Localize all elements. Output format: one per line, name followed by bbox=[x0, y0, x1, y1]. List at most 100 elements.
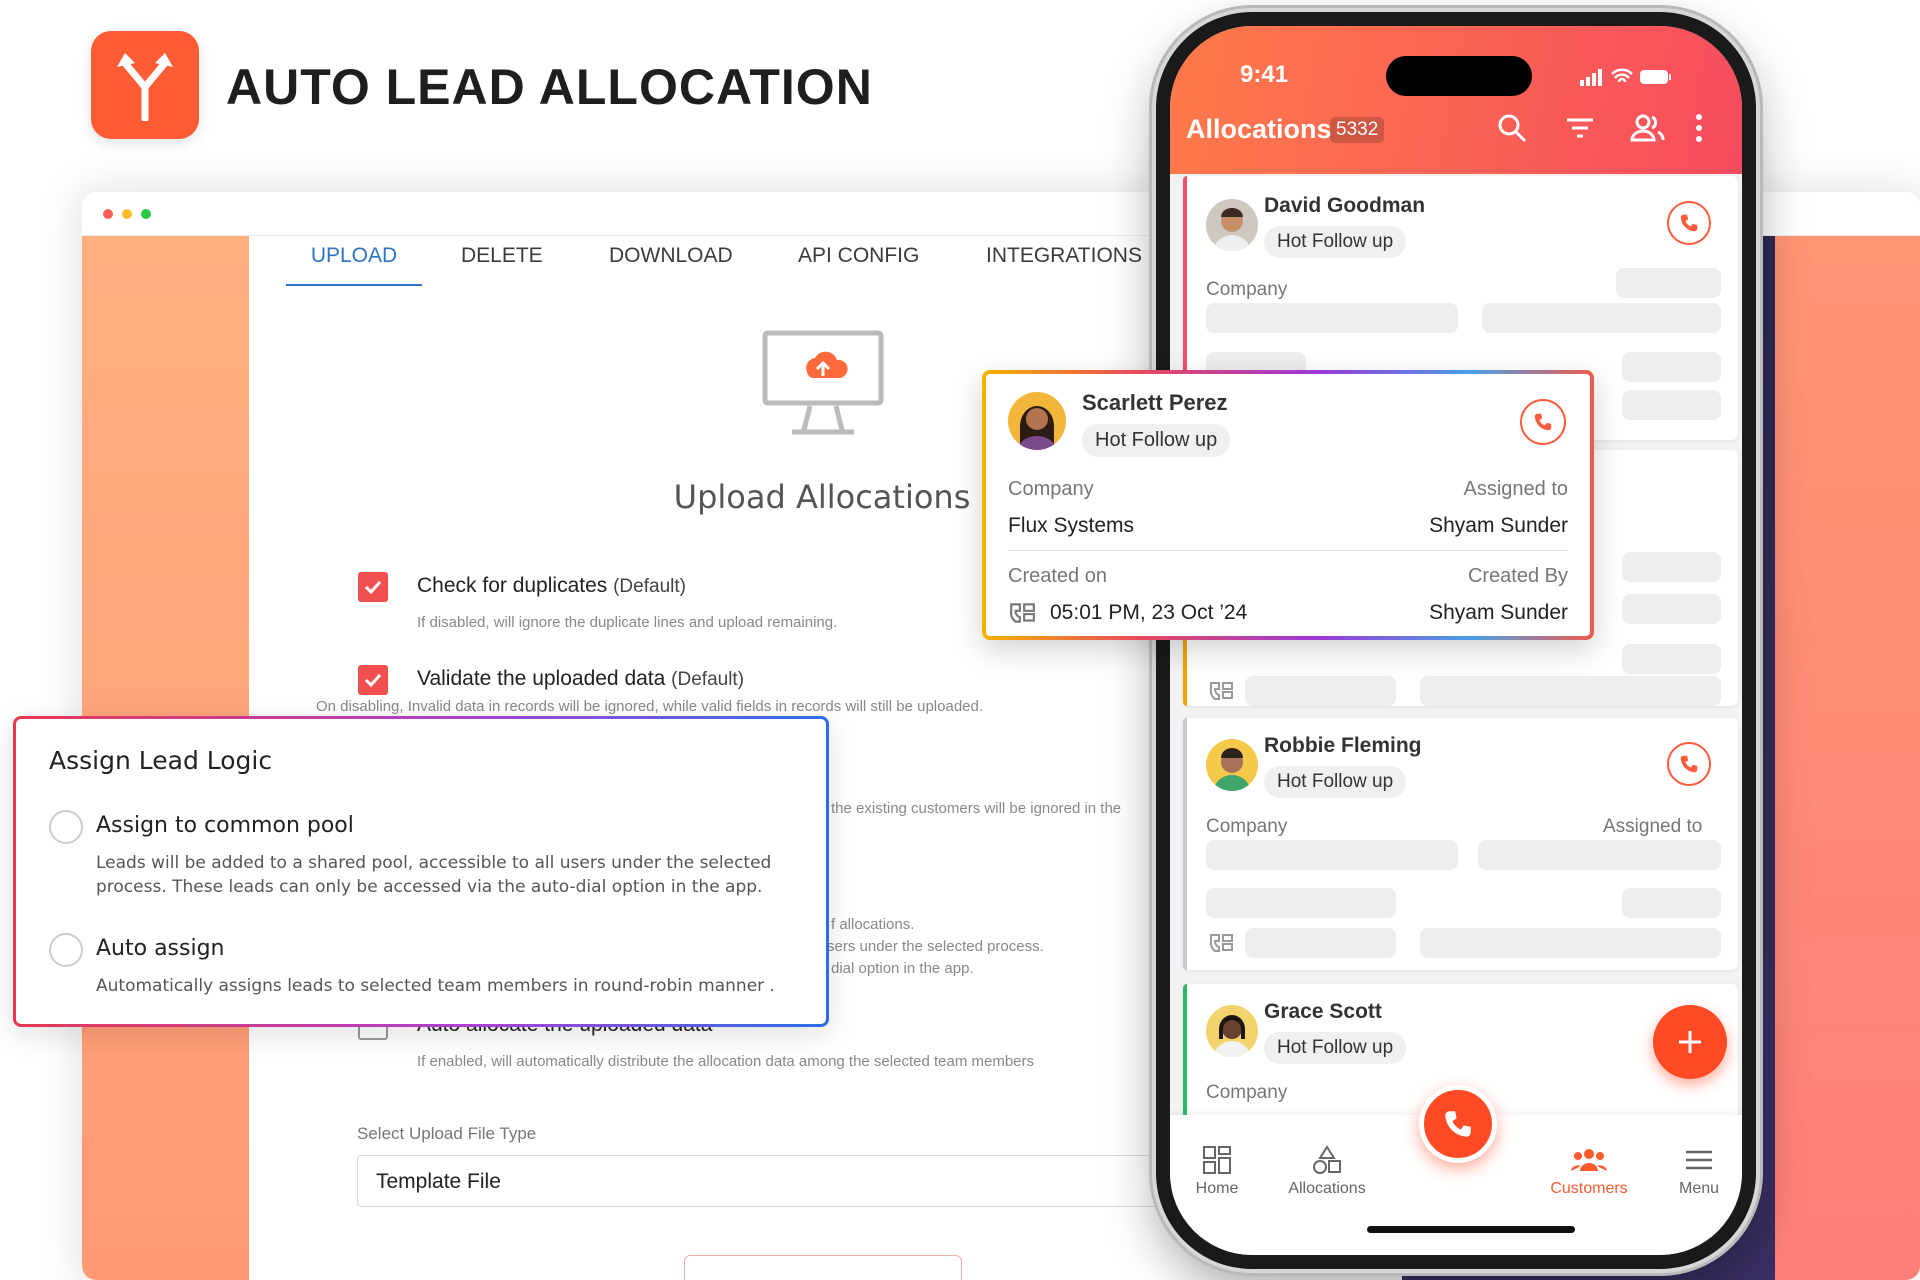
tab-upload[interactable]: UPLOAD bbox=[286, 236, 422, 286]
call-button[interactable] bbox=[1667, 742, 1711, 786]
close-dot[interactable] bbox=[103, 208, 113, 219]
call-log-icon bbox=[1209, 934, 1233, 952]
more-icon[interactable] bbox=[1694, 112, 1704, 144]
skeleton bbox=[1420, 676, 1721, 706]
lead-detail-card[interactable]: Scarlett Perez Hot Follow up Company Ass… bbox=[982, 370, 1594, 640]
skeleton bbox=[1420, 928, 1721, 958]
validate-checkbox[interactable] bbox=[358, 665, 388, 695]
filter-icon[interactable] bbox=[1564, 112, 1596, 144]
phone-icon bbox=[1534, 413, 1552, 431]
hidden-hint-4: dial option in the app. bbox=[831, 960, 974, 977]
dynamic-island bbox=[1386, 56, 1532, 96]
detail-company: Flux Systems bbox=[1008, 514, 1135, 537]
split-arrows-icon bbox=[117, 53, 173, 121]
download-template-button[interactable] bbox=[684, 1255, 962, 1280]
common-pool-radio[interactable] bbox=[49, 810, 83, 844]
detail-name: Scarlett Perez bbox=[1082, 390, 1228, 415]
status-icons bbox=[1580, 68, 1671, 86]
plus-icon bbox=[1679, 1031, 1701, 1053]
minimize-dot[interactable] bbox=[122, 208, 132, 219]
status-tag: Hot Follow up bbox=[1264, 226, 1407, 258]
lead-card[interactable]: Robbie Fleming Hot Follow up Company Ass… bbox=[1183, 718, 1738, 970]
skeleton bbox=[1622, 888, 1721, 918]
skeleton bbox=[1245, 928, 1396, 958]
skeleton bbox=[1622, 352, 1721, 382]
skeleton bbox=[1478, 840, 1721, 870]
avatar bbox=[1008, 392, 1066, 450]
phone-header bbox=[1170, 26, 1742, 174]
duplicates-label: Check for duplicates (Default) bbox=[417, 574, 686, 597]
phone-icon bbox=[1680, 214, 1698, 232]
skeleton bbox=[1206, 888, 1396, 918]
company-label: Company bbox=[1206, 1082, 1288, 1103]
decor-panel-right bbox=[1775, 236, 1920, 1280]
tab-integrations[interactable]: INTEGRATIONS bbox=[986, 236, 1142, 284]
skeleton bbox=[1616, 268, 1721, 298]
phone-frame: 9:41 Allocations 5332 David Goodman Hot … bbox=[1156, 12, 1756, 1269]
assign-title: Assign Lead Logic bbox=[49, 746, 273, 775]
tab-download[interactable]: DOWNLOAD bbox=[609, 236, 733, 284]
phone-icon bbox=[1680, 755, 1698, 773]
file-type-label: Select Upload File Type bbox=[357, 1124, 537, 1143]
skeleton bbox=[1622, 644, 1721, 674]
detail-assigned: Shyam Sunder bbox=[1429, 514, 1568, 537]
duplicates-hint: If disabled, will ignore the duplicate l… bbox=[417, 614, 838, 631]
auto-allocate-hint: If enabled, will automatically distribut… bbox=[417, 1053, 1034, 1070]
status-tag: Hot Follow up bbox=[1264, 766, 1407, 798]
common-pool-label: Assign to common pool bbox=[96, 813, 354, 838]
tab-delete[interactable]: DELETE bbox=[461, 236, 543, 284]
upload-title: Upload Allocations bbox=[673, 478, 971, 516]
nav-menu[interactable]: Menu bbox=[1644, 1145, 1742, 1198]
phone-screen: 9:41 Allocations 5332 David Goodman Hot … bbox=[1170, 26, 1742, 1255]
tab-api-config[interactable]: API CONFIG bbox=[798, 236, 919, 284]
assigned-label: Assigned to bbox=[1603, 816, 1703, 837]
validate-hint: On disabling, Invalid data in records wi… bbox=[316, 698, 984, 715]
check-icon bbox=[364, 580, 382, 594]
maximize-dot[interactable] bbox=[141, 208, 151, 219]
users-icon[interactable] bbox=[1630, 112, 1666, 144]
nav-home-label: Home bbox=[1195, 1180, 1239, 1197]
hero-title: AUTO LEAD ALLOCATION bbox=[226, 59, 873, 115]
skeleton bbox=[1482, 303, 1721, 333]
detail-created-by: Shyam Sunder bbox=[1429, 601, 1568, 624]
detail-company-label: Company bbox=[1008, 478, 1094, 500]
status-time: 9:41 bbox=[1240, 61, 1289, 88]
call-button[interactable] bbox=[1667, 201, 1711, 245]
grid-icon bbox=[1203, 1146, 1231, 1174]
company-label: Company bbox=[1206, 279, 1288, 300]
nav-menu-label: Menu bbox=[1678, 1180, 1720, 1197]
nav-customers[interactable]: Customers bbox=[1534, 1145, 1644, 1198]
add-button[interactable] bbox=[1653, 1005, 1727, 1079]
call-log-icon bbox=[1009, 603, 1035, 623]
avatar bbox=[1206, 1005, 1258, 1057]
file-type-select[interactable]: Template File bbox=[357, 1155, 1177, 1207]
app-logo bbox=[91, 31, 199, 139]
common-pool-desc: Leads will be added to a shared pool, ac… bbox=[96, 853, 772, 897]
phone-icon bbox=[1445, 1111, 1471, 1137]
skeleton bbox=[1245, 676, 1396, 706]
lead-name: Grace Scott bbox=[1264, 1000, 1382, 1023]
nav-allocations[interactable]: Allocations bbox=[1272, 1145, 1382, 1198]
detail-created-on-label: Created on bbox=[1008, 565, 1107, 587]
auto-assign-desc: Automatically assigns leads to selected … bbox=[96, 976, 775, 996]
nav-customers-label: Customers bbox=[1550, 1180, 1628, 1197]
search-icon[interactable] bbox=[1496, 112, 1528, 144]
home-indicator bbox=[1367, 1226, 1575, 1233]
status-tag: Hot Follow up bbox=[1264, 1032, 1407, 1064]
hidden-hint-3: sers under the selected process. bbox=[827, 938, 1044, 955]
auto-assign-radio[interactable] bbox=[49, 933, 83, 967]
dial-button[interactable] bbox=[1419, 1085, 1497, 1163]
lead-name: David Goodman bbox=[1264, 194, 1426, 217]
hamburger-icon bbox=[1686, 1150, 1712, 1170]
assign-lead-logic-card: Assign Lead Logic Assign to common pool … bbox=[13, 716, 829, 1027]
auto-assign-label: Auto assign bbox=[96, 936, 225, 961]
avatar bbox=[1206, 199, 1258, 251]
nav-home[interactable]: Home bbox=[1170, 1145, 1272, 1198]
hidden-hint-1: the existing customers will be ignored i… bbox=[831, 800, 1122, 817]
skeleton bbox=[1206, 840, 1458, 870]
allocations-count-badge: 5332 bbox=[1330, 117, 1385, 143]
duplicates-checkbox[interactable] bbox=[358, 572, 388, 602]
skeleton bbox=[1206, 303, 1458, 333]
detail-call-button[interactable] bbox=[1520, 399, 1566, 445]
users-icon bbox=[1571, 1149, 1607, 1171]
